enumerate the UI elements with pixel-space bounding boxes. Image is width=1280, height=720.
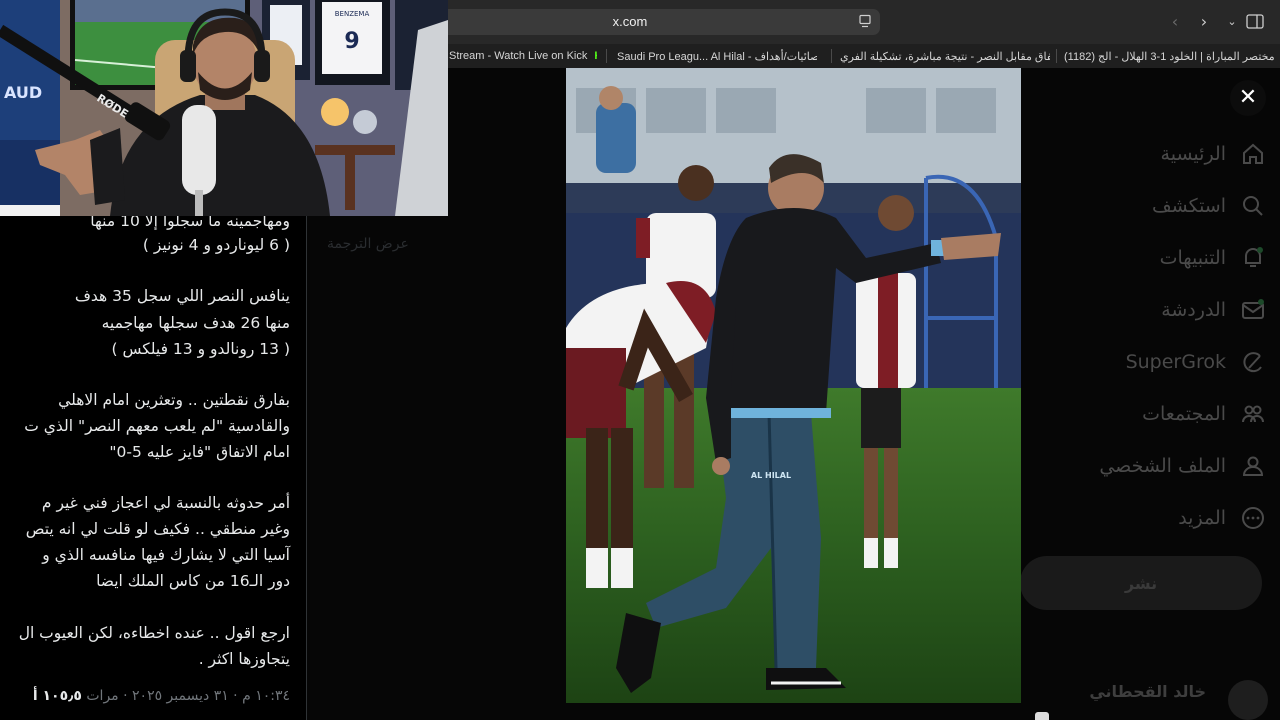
search-icon — [1243, 196, 1263, 216]
tweet-text-line: والقادسية "لم يلعب معهم النصر" الذي ت — [24, 417, 290, 435]
tab-divider — [606, 49, 607, 63]
tweet-text-line: دور الـ16 من كاس الملك ايضا — [96, 572, 290, 590]
more-icon — [1242, 507, 1264, 529]
sidebar-toggle-icon[interactable] — [1246, 14, 1264, 29]
tab-title: Stream - Watch Live on Kick — [449, 50, 588, 62]
tweet-text-line: امام الاتفاق "فايز عليه 5-0" — [109, 443, 290, 461]
tweet-text-line: ارجع اقول .. عنده اخطاءه، لكن العيوب ال — [18, 624, 290, 642]
tweet-text-line: بفارق نقطتين .. وتعثرين امام الاهلي — [58, 391, 290, 409]
grok-icon — [1243, 352, 1262, 373]
nav-home[interactable]: الرئيسية — [1161, 134, 1266, 174]
communities-icon — [1242, 405, 1264, 423]
tweet-timestamp[interactable]: ١٠:٣٤ م · ٣١ ديسمبر ٢٠٢٥ · مرات ١٠٥٫٥ أ — [33, 688, 290, 704]
mail-icon — [1242, 299, 1264, 319]
tab-sofascore-hilal[interactable]: Saudi Pro Leagu... Al Hilal - إحصائيات/أ… — [617, 44, 817, 68]
webcam-overlay: AUD 9 BENZEMA RØDE — [0, 0, 448, 216]
tweet-text-line: ينافس النصر اللي سجل 35 هدف — [74, 287, 290, 305]
wall-banner-text: AUD — [4, 83, 42, 102]
views-label: مرات — [86, 688, 119, 704]
nav-label: SuperGrok — [1125, 351, 1226, 373]
profile-icon — [1242, 456, 1264, 476]
forward-icon[interactable]: › — [1194, 12, 1214, 32]
tweet-text-line: أمر حدوثه بالنسبة لي اعجاز فني غير م — [41, 494, 290, 512]
tweet-text-line: ( 6 ليوناردو و 4 نونيز ) — [142, 236, 290, 254]
nav-label: الملف الشخصي — [1099, 455, 1226, 477]
kick-icon: K — [592, 50, 597, 62]
tab-kick[interactable]: Stream - Watch Live on Kick K — [449, 44, 597, 68]
close-button[interactable]: ✕ — [1230, 80, 1266, 116]
tab-overview-chevron-icon[interactable]: ⌄ — [1222, 12, 1242, 32]
jersey-name-text: BENZEMA — [335, 10, 370, 18]
back-icon[interactable]: ‹ — [1165, 12, 1185, 32]
nav-supergrok[interactable]: SuperGrok — [1126, 342, 1266, 382]
tab-title: الاتفاق مقابل النصر - نتيجة مباشرة، تشكي… — [840, 50, 1050, 63]
tweet-text-line: يتجاوزها اكثر . — [198, 650, 290, 668]
post-button[interactable]: نشر — [1020, 556, 1262, 610]
tab-divider — [1056, 49, 1057, 63]
tab-youtube[interactable]: (1182) مختصر المباراة | الخلود 1-3 الهلا… — [1064, 44, 1274, 68]
nav-notifications[interactable]: التنبيهات — [1160, 238, 1266, 278]
nav-more[interactable]: المزيد — [1178, 498, 1266, 538]
nav-label: التنبيهات — [1159, 247, 1226, 269]
avatar[interactable] — [1228, 680, 1268, 720]
background-translate-link: عرض الترجمة — [327, 236, 409, 252]
tweet-text-line: منها 26 هدف سجلها مهاجميه — [101, 314, 290, 332]
reader-mode-icon[interactable] — [858, 14, 872, 28]
nav-profile[interactable]: الملف الشخصي — [1099, 446, 1266, 486]
account-name[interactable]: خالد القحطاني — [1089, 682, 1206, 701]
tab-title: Saudi Pro Leagu... Al Hilal - إحصائيات/أ… — [617, 50, 817, 63]
nav-label: المزيد — [1178, 507, 1226, 529]
tweet-text-line: ( 13 رونالدو و 13 فيلكس ) — [111, 340, 290, 358]
nav-label: المجتمعات — [1142, 403, 1226, 425]
nav-label: الدردشة — [1161, 299, 1226, 321]
media-photo[interactable]: AL HILAL — [566, 68, 1021, 703]
url-text: x.com — [612, 14, 648, 29]
nav-communities[interactable]: المجتمعات — [1142, 394, 1266, 434]
tweet-text-line: وغير منطقي .. فكيف لو قلت لي انه يتص — [25, 520, 290, 538]
address-bar[interactable]: x.com — [380, 9, 880, 35]
tab-sofascore-nassr[interactable]: الاتفاق مقابل النصر - نتيجة مباشرة، تشكي… — [840, 44, 1050, 68]
nav-label: استكشف — [1151, 195, 1226, 217]
scroll-handle[interactable] — [1035, 712, 1049, 720]
bell-icon — [1245, 247, 1263, 267]
tab-divider — [831, 49, 832, 63]
views-count: ١٠٥٫٥ أ — [32, 688, 82, 704]
sidebar-nav: الرئيسية استكشف التنبيهات الدردشة SuperG… — [1020, 68, 1280, 720]
nav-messages[interactable]: الدردشة — [1161, 290, 1266, 330]
tab-title: (1182) مختصر المباراة | الخلود 1-3 الهلا… — [1064, 50, 1274, 63]
timestamp-text: ١٠:٣٤ م · ٣١ ديسمبر ٢٠٢٥ · — [123, 688, 290, 704]
tweet-text-line: آسيا التي لا يشارك فيها منافسه الذي و — [42, 546, 290, 564]
jersey-badge-text: AL HILAL — [751, 471, 791, 480]
home-icon — [1243, 143, 1263, 164]
jersey-number-text: 9 — [344, 29, 359, 54]
nav-explore[interactable]: استكشف — [1152, 186, 1266, 226]
nav-label: الرئيسية — [1160, 143, 1226, 165]
